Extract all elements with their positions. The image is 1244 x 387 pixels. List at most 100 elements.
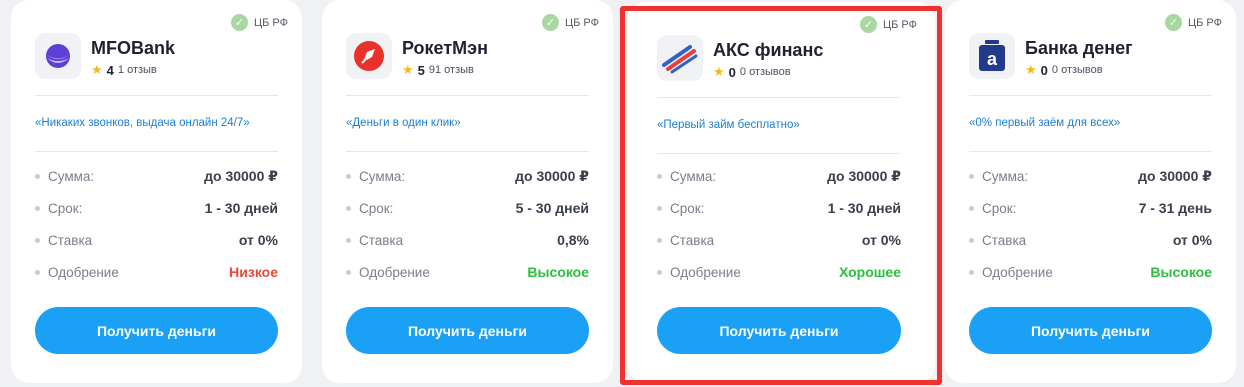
- cb-badge: ✓ ЦБ РФ: [1156, 14, 1236, 31]
- bullet-icon: [35, 205, 40, 211]
- row-amount: Сумма: до 30000 ₽: [657, 166, 901, 186]
- offer-slogan: «Деньги в один клик»: [346, 117, 461, 129]
- bullet-icon: [657, 173, 662, 179]
- row-value: 0,8%: [557, 232, 589, 248]
- bullet-icon: [35, 237, 40, 243]
- row-term: Срок: 1 - 30 дней: [657, 198, 901, 218]
- row-label: Срок:: [670, 200, 705, 216]
- approval-value: Высокое: [527, 264, 589, 280]
- row-label: Одобрение: [670, 264, 741, 280]
- bullet-icon: [657, 205, 662, 211]
- row-label: Сумма:: [670, 168, 717, 184]
- approval-value: Хорошее: [838, 264, 901, 280]
- row-label: Одобрение: [359, 264, 430, 280]
- offer-card-banka-deneg[interactable]: ✓ ЦБ РФ a Банка денег ★ 0 0 отзывов «0% …: [945, 0, 1236, 383]
- offer-name: АКС финанс: [713, 40, 824, 60]
- reviews-link[interactable]: 0 отзывов: [740, 66, 791, 78]
- cb-label: ЦБ РФ: [254, 16, 288, 29]
- offer-name: РокетМэн: [402, 38, 488, 58]
- row-label: Срок:: [48, 200, 83, 216]
- star-icon: ★: [402, 62, 414, 77]
- cb-label: ЦБ РФ: [565, 16, 599, 29]
- divider: [969, 95, 1212, 96]
- check-badge-icon: ✓: [542, 14, 559, 31]
- row-amount: Сумма: до 30000 ₽: [346, 166, 589, 186]
- check-badge-icon: ✓: [860, 16, 877, 33]
- row-label: Ставка: [359, 232, 404, 248]
- divider: [657, 97, 901, 98]
- check-badge-icon: ✓: [231, 14, 248, 31]
- row-value: 7 - 31 день: [1138, 200, 1212, 216]
- get-money-button[interactable]: Получить деньги: [657, 307, 901, 354]
- get-money-button[interactable]: Получить деньги: [346, 307, 589, 354]
- row-approval: Одобрение Высокое: [969, 262, 1212, 282]
- row-rate: Ставка от 0%: [35, 230, 278, 250]
- rating-score: 0: [1040, 62, 1048, 78]
- row-label: Срок:: [982, 200, 1017, 216]
- offer-slogan: «Первый займ бесплатно»: [657, 119, 800, 131]
- offer-rating: ★ 0 0 отзывов: [1025, 62, 1103, 78]
- cb-label: ЦБ РФ: [883, 18, 917, 31]
- star-icon: ★: [713, 64, 725, 79]
- offer-card-mfobank[interactable]: ✓ ЦБ РФ MFOBank ★ 4 1 отзыв «Никаких зво…: [11, 0, 302, 383]
- offer-card-rocketman[interactable]: ✓ ЦБ РФ РокетМэн ★ 5 91 отзыв «Деньги в …: [322, 0, 613, 383]
- divider: [346, 151, 589, 152]
- row-value: до 30000 ₽: [515, 167, 589, 184]
- row-value: 1 - 30 дней: [827, 200, 901, 216]
- offer-slogan: «Никаких звонков, выдача онлайн 24/7»: [35, 117, 250, 129]
- divider: [969, 151, 1212, 152]
- reviews-link[interactable]: 1 отзыв: [118, 64, 157, 76]
- reviews-link[interactable]: 0 отзывов: [1052, 64, 1103, 76]
- divider: [35, 95, 278, 96]
- row-label: Ставка: [670, 232, 715, 248]
- row-value: до 30000 ₽: [204, 167, 278, 184]
- bullet-icon: [35, 173, 40, 179]
- offer-name: Банка денег: [1025, 38, 1133, 58]
- divider: [657, 153, 901, 154]
- row-value: 5 - 30 дней: [515, 200, 589, 216]
- row-label: Сумма:: [48, 168, 95, 184]
- row-value: от 0%: [861, 232, 901, 248]
- bullet-icon: [346, 205, 351, 211]
- row-value: до 30000 ₽: [1138, 167, 1212, 184]
- row-rate: Ставка 0,8%: [346, 230, 589, 250]
- rating-score: 0: [728, 64, 736, 80]
- reviews-link[interactable]: 91 отзыв: [429, 64, 474, 76]
- divider: [35, 151, 278, 152]
- cb-badge: ✓ ЦБ РФ: [222, 14, 302, 31]
- offer-card-aks-finans[interactable]: ✓ ЦБ РФ АКС финанс ★ 0 0 отзывов «Первый…: [628, 2, 935, 383]
- approval-value: Высокое: [1150, 264, 1212, 280]
- bullet-icon: [969, 173, 974, 179]
- row-amount: Сумма: до 30000 ₽: [35, 166, 278, 186]
- check-badge-icon: ✓: [1165, 14, 1182, 31]
- row-approval: Одобрение Низкое: [35, 262, 278, 282]
- bullet-icon: [969, 205, 974, 211]
- row-term: Срок: 5 - 30 дней: [346, 198, 589, 218]
- mfobank-logo-icon: [35, 33, 81, 79]
- row-term: Срок: 1 - 30 дней: [35, 198, 278, 218]
- bullet-icon: [969, 269, 974, 275]
- row-rate: Ставка от 0%: [657, 230, 901, 250]
- bullet-icon: [346, 237, 351, 243]
- star-icon: ★: [91, 62, 103, 77]
- row-label: Сумма:: [982, 168, 1029, 184]
- offer-rating: ★ 4 1 отзыв: [91, 62, 157, 78]
- row-approval: Одобрение Высокое: [346, 262, 589, 282]
- bullet-icon: [346, 269, 351, 275]
- get-money-button[interactable]: Получить деньги: [969, 307, 1212, 354]
- bullet-icon: [35, 269, 40, 275]
- offer-rating: ★ 0 0 отзывов: [713, 64, 791, 80]
- rocketman-logo-icon: [346, 33, 392, 79]
- cb-badge: ✓ ЦБ РФ: [851, 16, 931, 33]
- row-label: Ставка: [48, 232, 93, 248]
- divider: [346, 95, 589, 96]
- row-rate: Ставка от 0%: [969, 230, 1212, 250]
- bullet-icon: [657, 269, 662, 275]
- bullet-icon: [969, 237, 974, 243]
- banka-deneg-logo-icon: a: [969, 33, 1015, 79]
- svg-text:a: a: [987, 49, 998, 69]
- row-amount: Сумма: до 30000 ₽: [969, 166, 1212, 186]
- get-money-button[interactable]: Получить деньги: [35, 307, 278, 354]
- row-term: Срок: 7 - 31 день: [969, 198, 1212, 218]
- aks-finans-logo-icon: [657, 35, 703, 81]
